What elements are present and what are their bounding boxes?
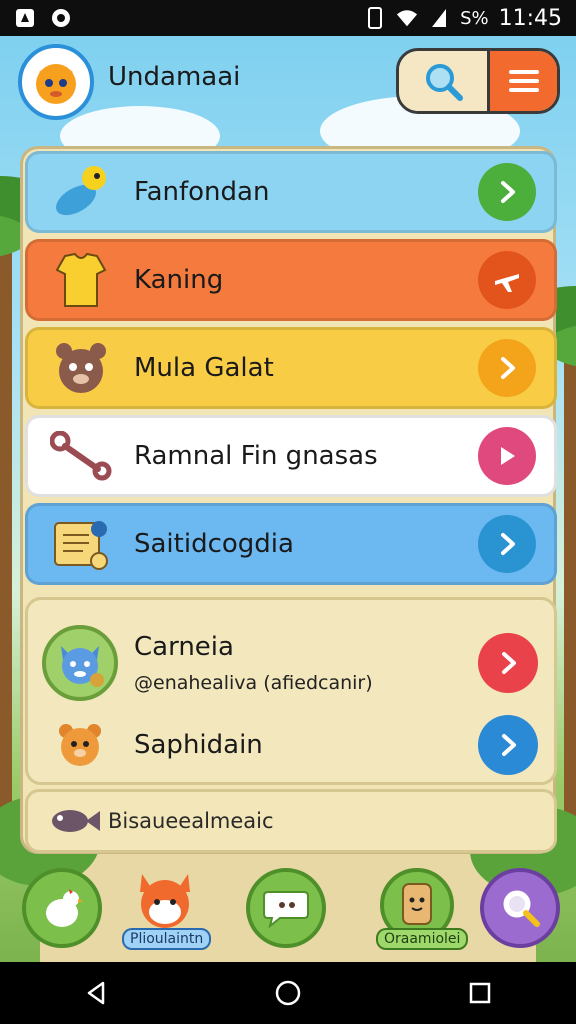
menu-item-2[interactable]: Kaning: [25, 239, 557, 321]
menu-item-label: Fanfondan: [134, 177, 270, 207]
menu-panel: Fanfondan Kaning Mula Galat Ramnal Fin g…: [20, 146, 557, 854]
dock-badge: Plioulaintn: [122, 928, 212, 950]
recents-button[interactable]: [450, 968, 510, 1018]
dock-fox-button[interactable]: Plioulaintn: [122, 864, 212, 952]
toast-character-icon: [402, 883, 432, 925]
fish-icon: [46, 801, 102, 841]
character-avatar: [42, 625, 118, 701]
group-subtitle: @enahealiva (afiedcanir): [134, 672, 373, 694]
menu-button[interactable]: [487, 51, 557, 111]
back-triangle-icon: [87, 981, 105, 1005]
menu-item-1[interactable]: Fanfondan: [25, 151, 557, 233]
dock-chat-button[interactable]: [246, 868, 326, 948]
teddy-bear-icon: [42, 715, 118, 775]
home-button[interactable]: [258, 968, 318, 1018]
group-title: Saphidain: [134, 730, 263, 760]
menu-item-5[interactable]: Saitidcogdia: [25, 503, 557, 585]
chevron-right-icon[interactable]: [478, 515, 536, 573]
sync-icon: [50, 7, 72, 29]
group-title: Carneia: [134, 632, 234, 662]
status-bar: S% 11:45: [0, 0, 576, 36]
scroll-map-icon: [46, 512, 116, 576]
fox-icon: [36, 64, 76, 104]
magnifier-icon: [503, 890, 540, 927]
chat-bubble-icon: [263, 891, 309, 929]
back-button[interactable]: [66, 968, 126, 1018]
system-nav-bar: [0, 962, 576, 1024]
menu-item-label: Kaning: [134, 265, 224, 295]
shirt-icon: [46, 248, 116, 312]
profile-avatar[interactable]: [18, 44, 94, 120]
chicken-icon: [46, 889, 83, 927]
bear-icon: [46, 336, 116, 400]
menu-item-label: Ramnal Fin gnasas: [134, 441, 378, 471]
chevron-right-icon[interactable]: [478, 715, 538, 775]
notification-icon: [14, 7, 36, 29]
signal-icon: [428, 7, 450, 29]
vibrate-icon: [364, 7, 386, 29]
dock-character-button[interactable]: Oraamiolei: [372, 864, 469, 952]
app-header: Undamaai: [0, 36, 576, 120]
dock-badge: Oraamiolei: [376, 928, 469, 950]
menu-item-3[interactable]: Mula Galat: [25, 327, 557, 409]
menu-item-4[interactable]: Ramnal Fin gnasas: [25, 415, 557, 497]
wifi-icon: [396, 7, 418, 29]
search-button[interactable]: [399, 51, 487, 111]
app-title: Undamaai: [108, 62, 241, 92]
group-item-first[interactable]: Carneia @enahealiva (afiedcanir): [28, 618, 554, 708]
chevron-right-icon[interactable]: [478, 339, 536, 397]
fox-character-icon: [140, 874, 190, 928]
clock: 11:45: [498, 5, 562, 31]
dock-chicken-button[interactable]: [22, 868, 102, 948]
profile-group-card: Carneia @enahealiva (afiedcanir) Saphida…: [25, 597, 557, 785]
menu-item-label: Mula Galat: [134, 353, 274, 383]
play-icon[interactable]: [478, 427, 536, 485]
wrench-icon: [46, 424, 116, 488]
chevron-right-icon[interactable]: [478, 163, 536, 221]
battery-text: S%: [460, 7, 489, 29]
group-item-second[interactable]: Saphidain: [28, 710, 554, 780]
home-circle-icon: [275, 980, 301, 1006]
bird-icon: [46, 160, 116, 224]
dock-search-button[interactable]: [480, 868, 560, 948]
cat-icon: [61, 646, 104, 687]
footer-row[interactable]: Bisaueealmeaic: [25, 789, 557, 853]
footer-label: Bisaueealmeaic: [108, 809, 274, 833]
bottom-dock: Plioulaintn Oraamiolei: [0, 862, 576, 962]
header-actions: [396, 48, 560, 114]
recents-square-icon: [469, 982, 491, 1004]
menu-item-label: Saitidcogdia: [134, 529, 294, 559]
airplane-icon[interactable]: [478, 251, 536, 309]
hamburger-icon: [508, 70, 539, 92]
search-icon: [426, 64, 463, 101]
chevron-right-icon[interactable]: [478, 633, 538, 693]
